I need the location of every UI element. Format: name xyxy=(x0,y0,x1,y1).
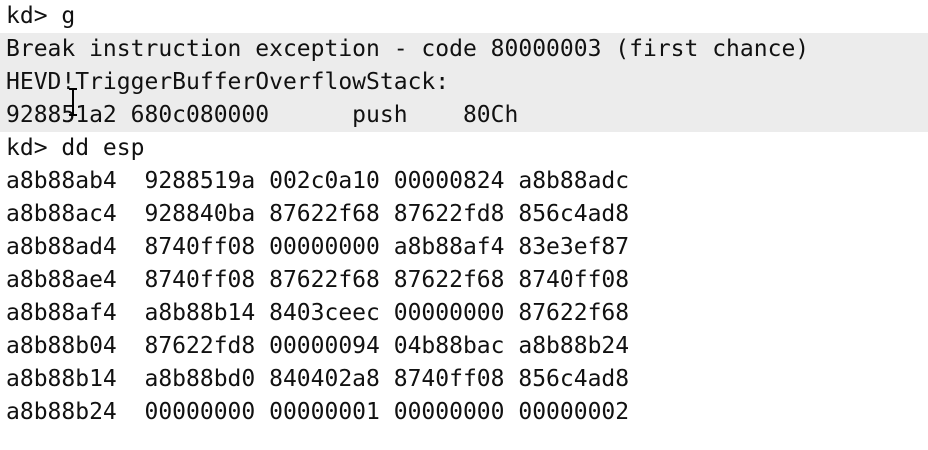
memory-dump-row[interactable]: a8b88ae4 8740ff08 87622f68 87622f68 8740… xyxy=(0,264,928,297)
memory-dump-row[interactable]: a8b88ab4 9288519a 002c0a10 00000824 a8b8… xyxy=(0,165,928,198)
memory-dump-row[interactable]: a8b88b24 00000000 00000001 00000000 0000… xyxy=(0,396,928,429)
exception-message-line[interactable]: Break instruction exception - code 80000… xyxy=(0,33,928,66)
command-line-dd-esp[interactable]: kd> dd esp xyxy=(0,132,928,165)
memory-dump-row[interactable]: a8b88af4 a8b88b14 8403ceec 00000000 8762… xyxy=(0,297,928,330)
memory-dump-row[interactable]: a8b88ad4 8740ff08 00000000 a8b88af4 83e3… xyxy=(0,231,928,264)
memory-dump-row[interactable]: a8b88ac4 928840ba 87622f68 87622fd8 856c… xyxy=(0,198,928,231)
symbol-line[interactable]: HEVD!TriggerBufferOverflowStack: xyxy=(0,66,928,99)
memory-dump-row[interactable]: a8b88b14 a8b88bd0 840402a8 8740ff08 856c… xyxy=(0,363,928,396)
debugger-console-output[interactable]: kd> g Break instruction exception - code… xyxy=(0,0,928,429)
disassembly-line[interactable]: 928851a2 680c080000 push 80Ch xyxy=(0,99,928,132)
i-beam-cursor-icon xyxy=(69,88,77,116)
memory-dump-row[interactable]: a8b88b04 87622fd8 00000094 04b88bac a8b8… xyxy=(0,330,928,363)
command-line-go[interactable]: kd> g xyxy=(0,0,928,33)
